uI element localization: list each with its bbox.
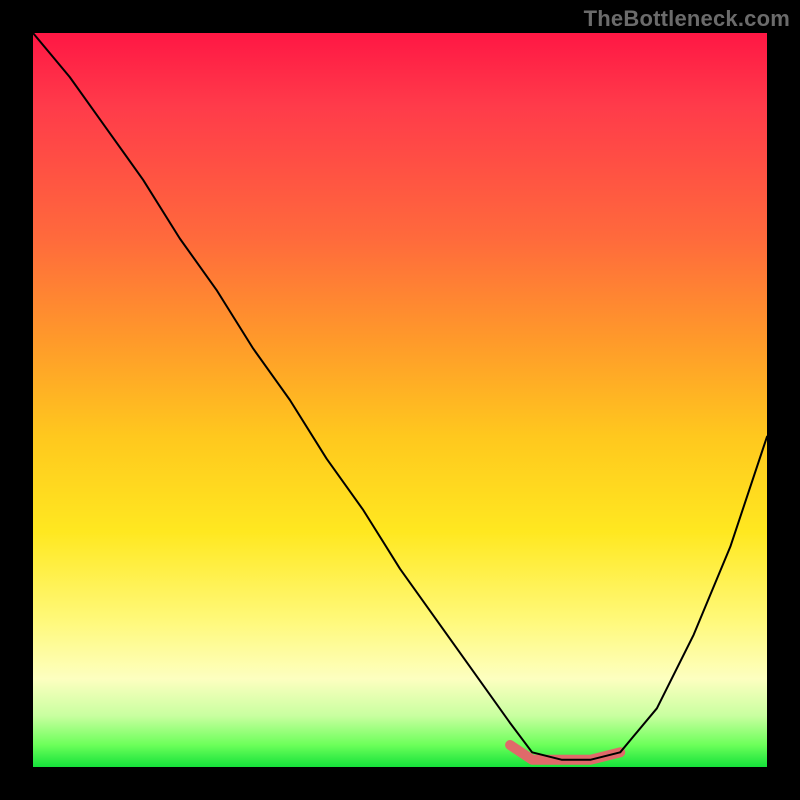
chart-container: TheBottleneck.com (0, 0, 800, 800)
bottleneck-curve (33, 33, 767, 760)
curve-svg (33, 33, 767, 767)
watermark-text: TheBottleneck.com (584, 6, 790, 32)
plot-area (33, 33, 767, 767)
valley-highlight (510, 745, 620, 760)
